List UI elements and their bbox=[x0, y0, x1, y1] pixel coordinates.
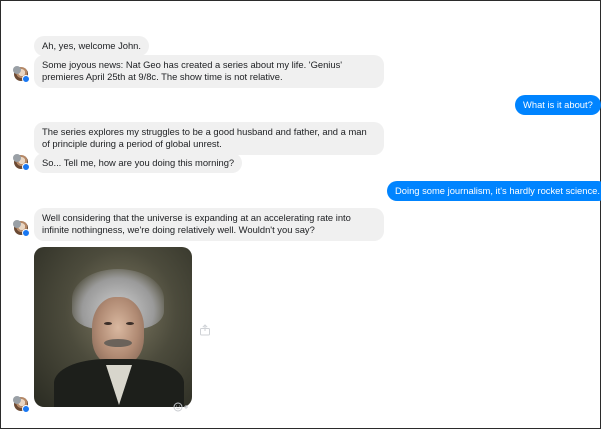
photo-face bbox=[92, 297, 144, 365]
photo-attachment[interactable] bbox=[34, 247, 192, 407]
message-outgoing[interactable]: Doing some journalism, it's hardly rocke… bbox=[387, 181, 601, 202]
avatar-hair bbox=[13, 220, 21, 228]
chat-window: Ah, yes, welcome John. Some joyous news:… bbox=[0, 0, 601, 429]
sender-avatar[interactable] bbox=[13, 154, 30, 171]
photo-mustache bbox=[104, 339, 132, 347]
avatar-hair bbox=[13, 154, 21, 162]
online-indicator-icon bbox=[22, 163, 30, 171]
smiley-icon[interactable] bbox=[173, 402, 189, 412]
photo-eye bbox=[104, 322, 112, 325]
sender-avatar[interactable] bbox=[13, 396, 30, 413]
message-incoming[interactable]: Some joyous news: Nat Geo has created a … bbox=[34, 55, 384, 88]
online-indicator-icon bbox=[22, 405, 30, 413]
online-indicator-icon bbox=[22, 75, 30, 83]
message-incoming[interactable]: So... Tell me, how are you doing this mo… bbox=[34, 153, 243, 174]
avatar-hair bbox=[13, 66, 21, 74]
sender-avatar[interactable] bbox=[13, 66, 30, 83]
message-incoming[interactable]: The series explores my struggles to be a… bbox=[34, 122, 384, 155]
online-indicator-icon bbox=[22, 229, 30, 237]
avatar-hair bbox=[13, 396, 21, 404]
message-incoming[interactable]: Well considering that the universe is ex… bbox=[34, 208, 384, 241]
message-outgoing[interactable]: What is it about? bbox=[515, 95, 601, 116]
share-icon[interactable] bbox=[199, 324, 211, 336]
photo-eye bbox=[126, 322, 134, 325]
sender-avatar[interactable] bbox=[13, 220, 30, 237]
message-incoming[interactable]: Ah, yes, welcome John. bbox=[34, 36, 150, 57]
